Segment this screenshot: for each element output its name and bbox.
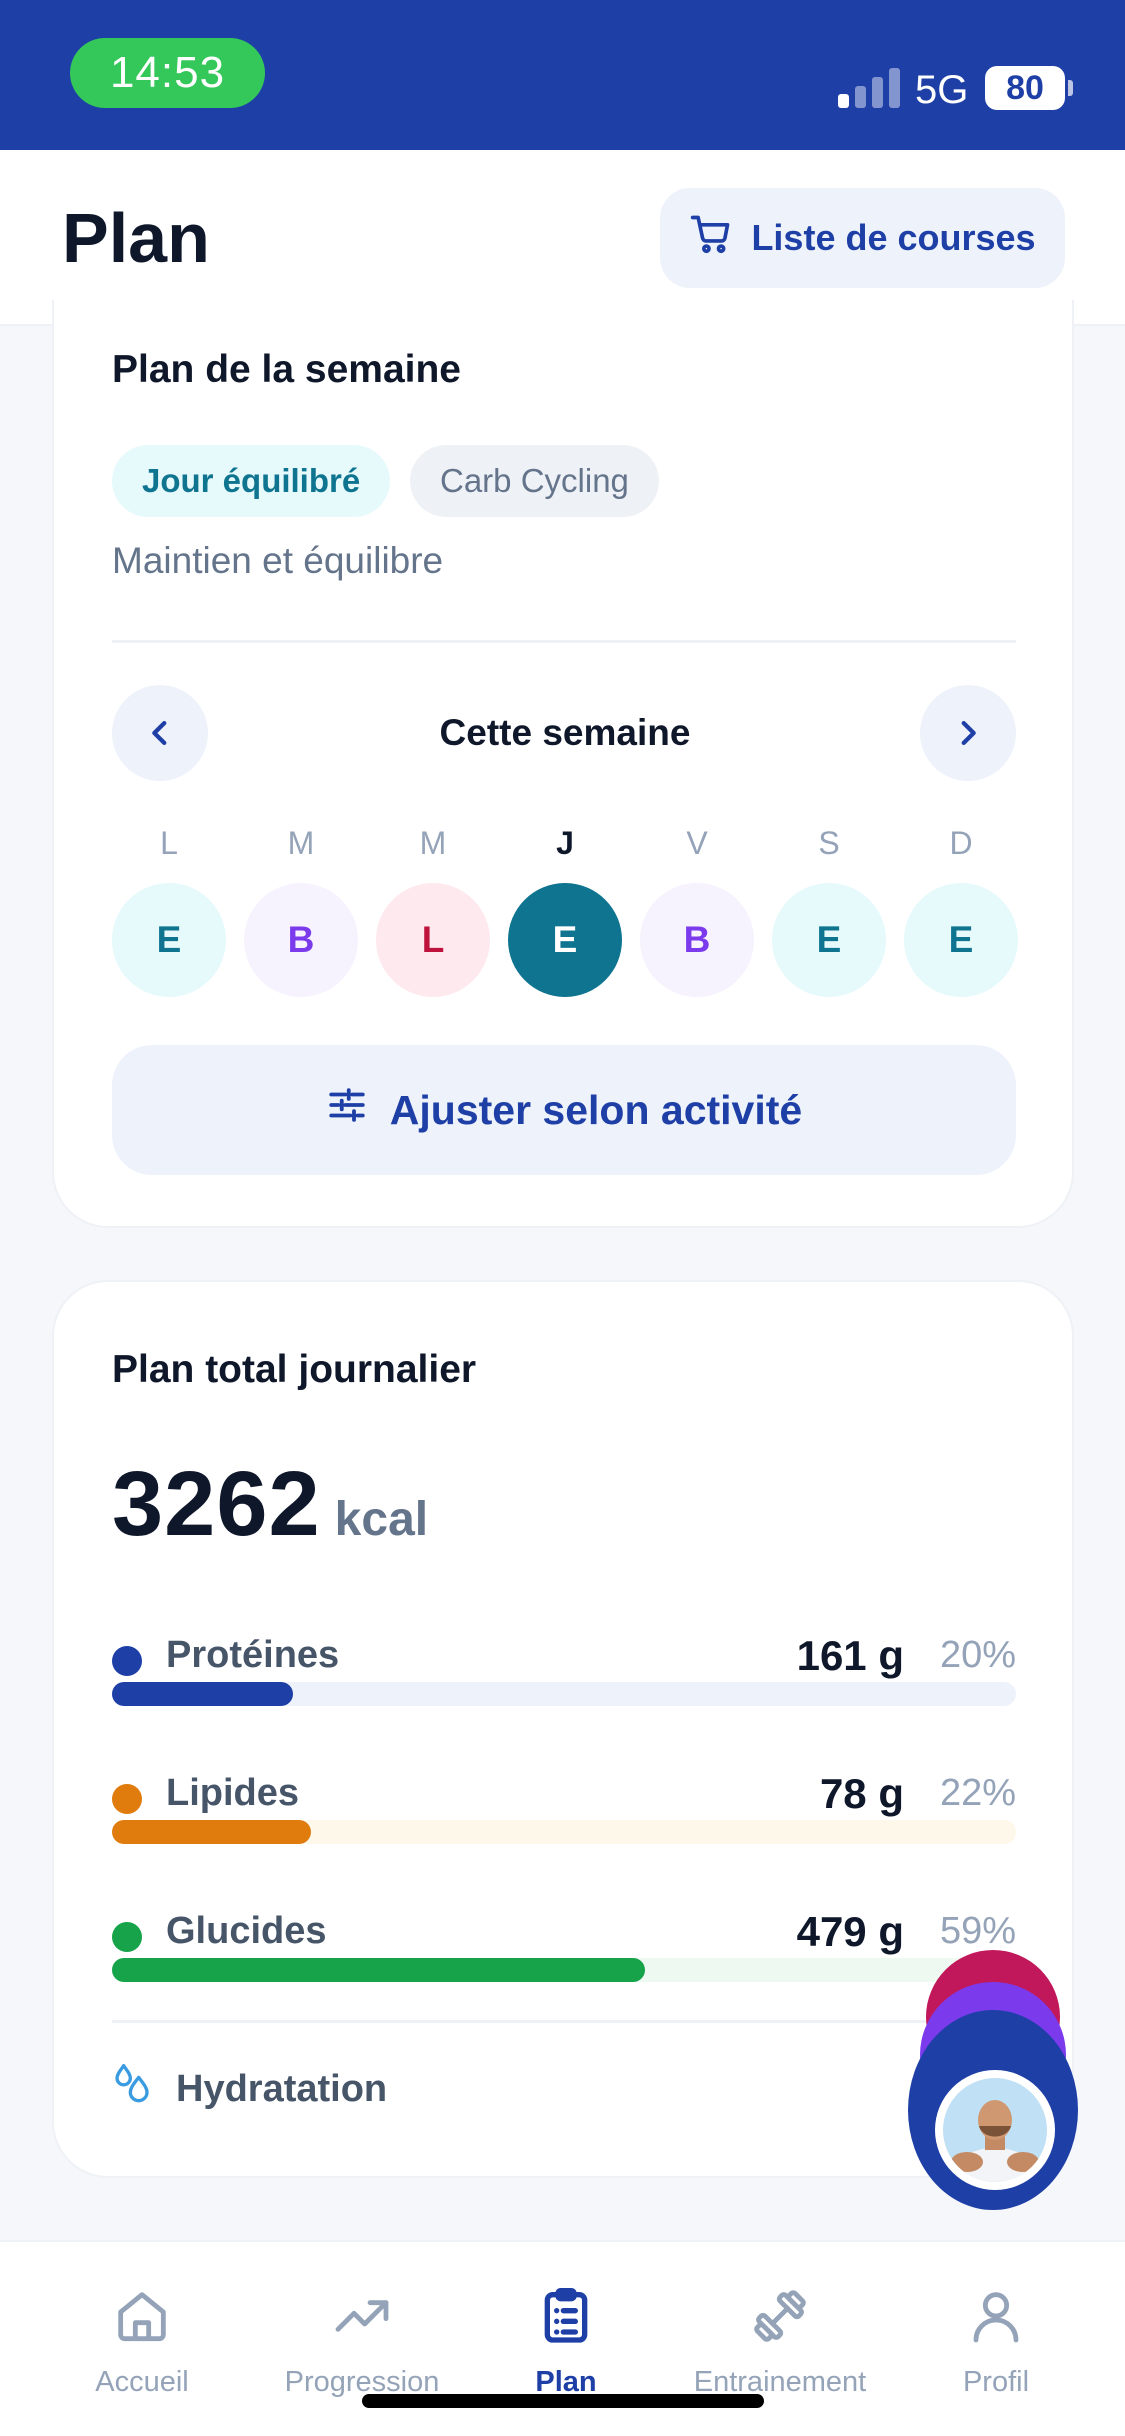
day-letter: L — [160, 825, 178, 861]
network-label: 5G — [915, 68, 969, 112]
macro-percent: 59% — [939, 1910, 1016, 1952]
carbs-dot — [112, 1922, 142, 1952]
kcal-value: 3262 — [112, 1453, 321, 1555]
week-plan-title: Plan de la semaine — [112, 348, 462, 391]
cart-icon — [689, 212, 733, 265]
status-bar: 14:53 5G 80 — [0, 0, 1125, 150]
macro-percent: 20% — [939, 1634, 1016, 1676]
tab-progression[interactable]: Progression — [252, 2280, 472, 2399]
battery-icon: 80 — [985, 66, 1073, 110]
protein-dot — [112, 1646, 142, 1676]
divider — [112, 2020, 1016, 2023]
day-plan-friday[interactable]: B — [640, 883, 754, 997]
day-plan-wednesday[interactable]: L — [376, 883, 490, 997]
trend-icon — [252, 2280, 472, 2352]
chip-balanced-day[interactable]: Jour équilibré — [112, 445, 391, 517]
macro-name: Protéines — [166, 1634, 340, 1676]
water-drops-icon — [112, 2062, 152, 2116]
lipids-dot — [112, 1784, 142, 1814]
day-letter: V — [686, 825, 708, 861]
tab-profil[interactable]: Profil — [886, 2280, 1106, 2399]
day-plan-tuesday[interactable]: B — [244, 883, 358, 997]
divider — [112, 640, 1016, 643]
day-plan-saturday[interactable]: E — [772, 883, 886, 997]
hydration-label: Hydratation — [176, 2067, 388, 2110]
week-plan-card: Plan de la semaine Jour équilibré Carb C… — [52, 300, 1074, 1228]
tab-plan[interactable]: Plan — [456, 2280, 676, 2399]
carbs-progress-bar — [112, 1958, 1016, 1982]
home-indicator — [362, 2394, 764, 2408]
page-title: Plan — [62, 199, 210, 277]
day-letter: S — [818, 825, 840, 861]
plan-subtitle: Maintien et équilibre — [112, 540, 444, 581]
chevron-right-icon — [961, 720, 976, 746]
adjust-activity-label: Ajuster selon activité — [389, 1086, 803, 1133]
macro-grams: 161 g — [796, 1632, 904, 1679]
kcal-total: 3262 kcal — [112, 1452, 428, 1557]
carbs-progress-fill — [112, 1958, 646, 1982]
user-icon — [886, 2280, 1106, 2352]
macro-row-protein: Protéines 161 g 20% — [112, 1632, 1016, 1680]
tab-entrainement[interactable]: Entrainement — [670, 2280, 890, 2399]
tab-label: Profil — [962, 2366, 1030, 2398]
day-plan-sunday[interactable]: E — [904, 883, 1018, 997]
macro-row-lipids: Lipides 78 g 22% — [112, 1770, 1016, 1818]
sliders-icon — [326, 1084, 368, 1136]
day-letter-current: J — [556, 825, 574, 861]
kcal-unit: kcal — [334, 1493, 429, 1546]
avatar — [935, 2070, 1055, 2190]
day-plan-monday[interactable]: E — [112, 883, 226, 997]
adjust-activity-button[interactable]: Ajuster selon activité — [112, 1045, 1016, 1175]
tab-label: Accueil — [95, 2366, 189, 2398]
macro-grams: 78 g — [819, 1770, 904, 1817]
chip-carb-cycling[interactable]: Carb Cycling — [410, 445, 659, 517]
day-plan-thursday-selected[interactable]: E — [508, 883, 622, 997]
shopping-list-label: Liste de courses — [751, 217, 1036, 258]
macro-name: Lipides — [166, 1772, 300, 1814]
daily-total-title: Plan total journalier — [112, 1348, 477, 1391]
clipboard-icon — [456, 2280, 676, 2352]
shopping-list-button[interactable]: Liste de courses — [660, 188, 1065, 288]
day-letter: D — [949, 825, 973, 861]
next-week-button[interactable] — [920, 685, 1016, 781]
day-letter: M — [287, 825, 315, 861]
macro-row-carbs: Glucides 479 g 59% — [112, 1908, 1016, 1956]
home-icon — [32, 2280, 252, 2352]
macro-grams: 479 g — [796, 1908, 904, 1955]
lipids-progress-fill — [112, 1820, 311, 1844]
day-letter: M — [419, 825, 447, 861]
hydration-row[interactable]: Hydratation — [112, 2062, 387, 2116]
tab-accueil[interactable]: Accueil — [32, 2280, 252, 2399]
macro-name: Glucides — [166, 1910, 327, 1952]
status-time: 14:53 — [70, 38, 265, 108]
macro-percent: 22% — [939, 1772, 1016, 1814]
signal-icon — [838, 66, 902, 108]
protein-progress-fill — [112, 1682, 293, 1706]
dumbbell-icon — [670, 2280, 890, 2352]
protein-progress-bar — [112, 1682, 1016, 1706]
lipids-progress-bar — [112, 1820, 1016, 1844]
